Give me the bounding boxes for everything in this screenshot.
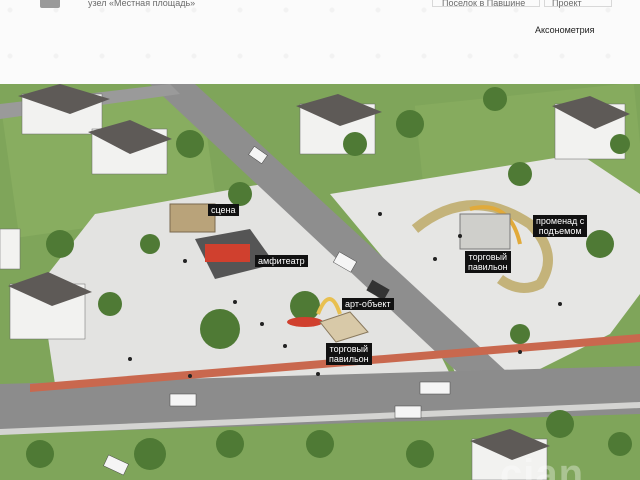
label-art-object: арт-объект bbox=[342, 298, 394, 310]
breadcrumb-project[interactable]: Проект bbox=[552, 0, 582, 8]
logo-icon bbox=[40, 0, 60, 8]
breadcrumb-settlement[interactable]: Поселок в Павшине bbox=[442, 0, 525, 8]
label-amphitheater: амфитеатр bbox=[255, 255, 308, 267]
view-title: Аксонометрия bbox=[535, 25, 595, 35]
watermark: cian bbox=[500, 452, 585, 480]
label-stage: сцена bbox=[208, 204, 239, 216]
label-pavilion-2: торговый павильон bbox=[465, 251, 511, 273]
breadcrumb-node[interactable]: узел «Местная площадь» bbox=[88, 0, 195, 8]
label-pavilion-1: торговый павильон bbox=[326, 343, 372, 365]
axonometric-render: cian bbox=[0, 84, 640, 480]
top-bar: узел «Местная площадь» Поселок в Павшине… bbox=[0, 0, 640, 84]
label-promenade: променад с подъемом bbox=[533, 215, 588, 237]
aerial-illustration bbox=[0, 84, 640, 480]
